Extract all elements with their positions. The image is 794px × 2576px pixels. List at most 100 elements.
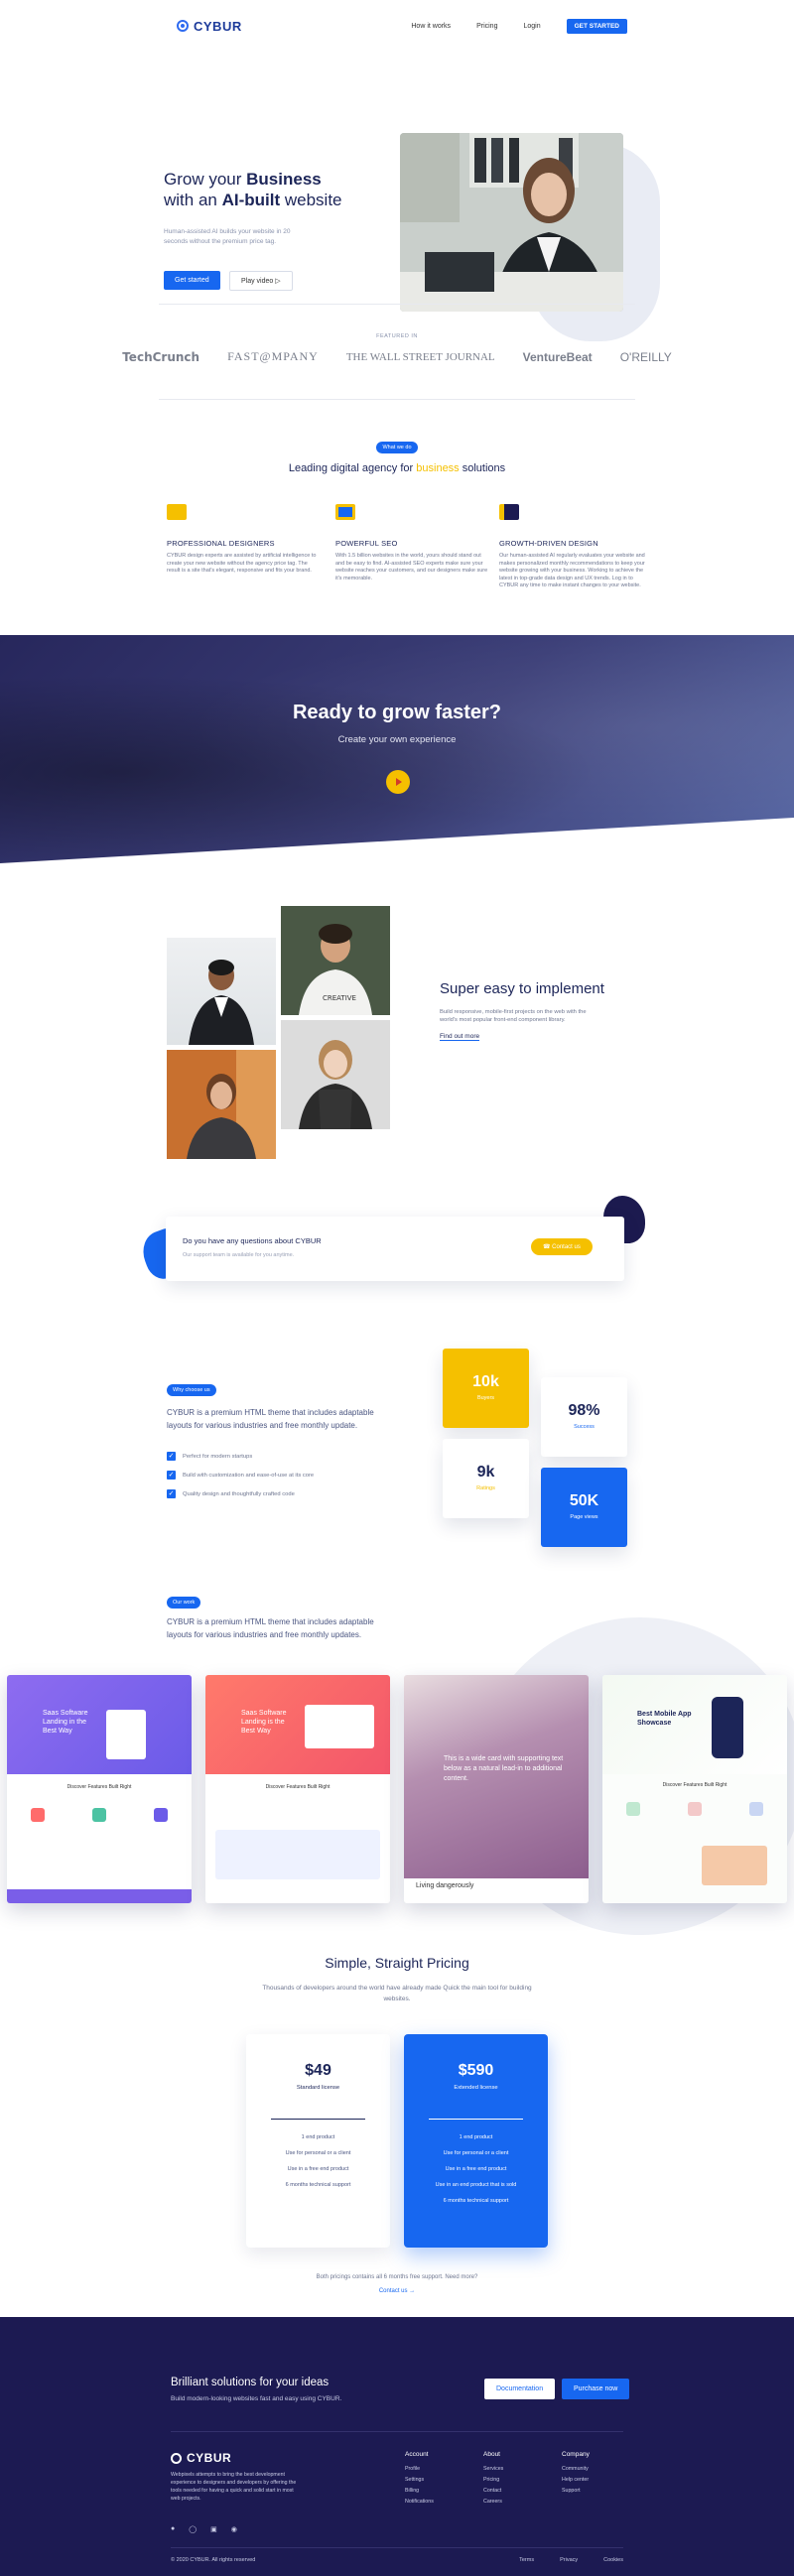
svg-text:CREATIVE: CREATIVE <box>323 994 356 1002</box>
logo-icon <box>171 2452 182 2464</box>
stat-buyers: 10k Buyers <box>443 1349 529 1428</box>
privacy-link[interactable]: Privacy <box>560 2557 578 2563</box>
stat-page-views: 50K Page views <box>541 1468 627 1547</box>
check-icon: ✓ <box>167 1471 176 1480</box>
work-screenshot[interactable]: This is a wide card with supporting text… <box>404 1675 589 1903</box>
super-text: Build responsive, mobile-first projects … <box>440 1009 587 1023</box>
stat-ratings: 9k Ratings <box>443 1439 529 1518</box>
instagram-icon[interactable]: ▣ <box>210 2525 217 2533</box>
work-screenshot[interactable]: Saas Software Landing is the Best Way Di… <box>205 1675 390 1903</box>
contact-us-button[interactable]: ☎ Contact us <box>531 1238 593 1255</box>
page: CYBUR How it works Pricing Login GET STA… <box>0 0 794 2576</box>
play-icon: ▷ <box>275 278 281 285</box>
check-icon: ✓ <box>167 1489 176 1498</box>
legal-links: Terms Privacy Cookies <box>519 2557 623 2563</box>
feature-item: POWERFUL SEO With 1.5 billion websites i… <box>335 504 489 582</box>
phone-icon: ☎ <box>543 1244 551 1250</box>
dribbble-icon[interactable]: ● <box>171 2525 175 2533</box>
divider <box>171 2431 623 2432</box>
logo[interactable]: CYBUR <box>177 19 242 34</box>
section-pill: What we do <box>376 442 418 453</box>
our-work-section: Our work CYBUR is a premium HTML theme t… <box>167 1591 395 1641</box>
pricing-card-standard[interactable]: $49 Standard license 1 end product Use fo… <box>246 2034 390 2248</box>
play-video-button[interactable]: Play video ▷ <box>229 271 293 291</box>
play-video-icon[interactable] <box>386 770 410 794</box>
top-nav: CYBUR How it works Pricing Login GET STA… <box>0 0 794 52</box>
featured-logos: TechCrunch FAST@MPANY THE WALL STREET JO… <box>0 349 794 364</box>
why-text: CYBUR is a premium HTML theme that inclu… <box>167 1408 374 1430</box>
footer-title: Brilliant solutions for your ideas <box>171 2377 330 2388</box>
purchase-now-button[interactable]: Purchase now <box>562 2379 630 2399</box>
feature-title: GROWTH-DRIVEN DESIGN <box>499 539 598 548</box>
footer-description: Webpixels attempts to bring the best dev… <box>171 2472 297 2502</box>
cookies-link[interactable]: Cookies <box>603 2557 623 2563</box>
contact-us-link[interactable]: Contact us → <box>0 2288 794 2294</box>
stat-success: 98% Success <box>541 1377 627 1457</box>
logo-icon <box>177 20 189 32</box>
what-we-do-section: What we do Leading digital agency for bu… <box>0 436 794 474</box>
logo-oreilly: O'REILLY <box>619 349 672 364</box>
footer-logo[interactable]: CYBUR <box>171 2451 231 2465</box>
github-icon[interactable]: ◯ <box>189 2525 197 2533</box>
feature-item: PROFESSIONAL DESIGNERS CYBUR design expe… <box>167 504 321 576</box>
logo-fast-company: FAST@MPANY <box>227 349 319 363</box>
work-screenshot[interactable]: Best Mobile App Showcase Discover Featur… <box>602 1675 787 1903</box>
feature-title: POWERFUL SEO <box>335 539 398 548</box>
logo-venturebeat: VentureBeat <box>522 349 593 364</box>
divider <box>159 304 635 305</box>
list-item: ✓ Perfect for modern startups <box>167 1452 253 1461</box>
footer-column-account: Account Profile Settings Billing Notificati… <box>405 2451 434 2505</box>
feature-title: PROFESSIONAL DESIGNERS <box>167 539 275 548</box>
question-box: Do you have any questions about CYBUR Ou… <box>166 1217 624 1281</box>
team-photo <box>167 1050 276 1159</box>
hero-image <box>400 133 623 312</box>
banner-title: Ready to grow faster? <box>292 702 502 723</box>
feature-text: CYBUR design experts are assisted by art… <box>167 553 317 574</box>
section-title: Leading digital agency for business solu… <box>288 462 506 474</box>
growth-icon <box>499 504 519 520</box>
facebook-icon[interactable]: ◉ <box>231 2525 237 2533</box>
designer-icon <box>167 504 187 520</box>
terms-link[interactable]: Terms <box>519 2557 534 2563</box>
nav-pricing[interactable]: Pricing <box>476 23 497 30</box>
divider <box>171 2547 623 2548</box>
team-photo <box>167 938 276 1045</box>
hero-title: Grow your Business with an AI-built websi… <box>164 170 342 209</box>
copyright: © 2020 CYBUR. All rights reserved <box>171 2557 256 2563</box>
get-started-hero-button[interactable]: Get started <box>164 271 220 290</box>
section-pill: Why choose us <box>167 1384 216 1396</box>
divider <box>159 399 635 400</box>
check-icon: ✓ <box>167 1452 176 1461</box>
list-item: ✓ Build with customization and ease-of-us… <box>167 1471 315 1480</box>
pricing-note: Both pricings contains all 6 months free… <box>316 2274 478 2280</box>
team-photo <box>281 1020 390 1129</box>
pricing-card-extended[interactable]: $590 Extended license 1 end product Use f… <box>404 2034 548 2248</box>
work-screenshot[interactable]: Saas Software Landing in the Best Way Di… <box>7 1675 192 1903</box>
documentation-button[interactable]: Documentation <box>484 2379 556 2399</box>
seo-icon <box>335 504 355 520</box>
question-subtitle: Our support team is available for you an… <box>183 1252 295 1258</box>
video-banner: Ready to grow faster? Create your own ex… <box>0 635 794 863</box>
banner-background-image <box>0 635 794 863</box>
work-text: CYBUR is a premium HTML theme that inclu… <box>167 1617 374 1639</box>
logo-techcrunch: TechCrunch <box>122 349 200 364</box>
featured-label: FEATURED IN <box>376 333 418 339</box>
find-out-more-link[interactable]: Find out more <box>440 1033 480 1041</box>
feature-text: With 1.5 billion websites in the world, … <box>335 553 488 581</box>
why-choose-us-section: Why choose us CYBUR is a premium HTML th… <box>167 1378 400 1508</box>
footer-subtitle: Build modern-looking websites fast and e… <box>171 2395 342 2402</box>
feature-text: Our human-assisted AI regularly evaluate… <box>499 553 645 588</box>
section-pill: Our work <box>167 1597 201 1609</box>
footer-column-company: Company Community Help center Support <box>562 2451 590 2494</box>
feature-item: GROWTH-DRIVEN DESIGN Our human-assisted … <box>499 504 653 590</box>
social-links: ● ◯ ▣ ◉ <box>171 2525 237 2533</box>
question-title: Do you have any questions about CYBUR <box>183 1236 322 1245</box>
hero-description: Human-assisted AI builds your website in… <box>164 228 291 245</box>
get-started-button[interactable]: GET STARTED <box>566 18 627 34</box>
nav-login[interactable]: Login <box>523 23 540 30</box>
team-photo: CREATIVE <box>281 906 390 1015</box>
nav-how-it-works[interactable]: How it works <box>411 23 451 30</box>
hero: Grow your Business with an AI-built websi… <box>0 52 794 341</box>
logo-wsj: THE WALL STREET JOURNAL <box>345 350 495 363</box>
list-item: ✓ Quality design and thoughtfully crafted… <box>167 1489 295 1498</box>
